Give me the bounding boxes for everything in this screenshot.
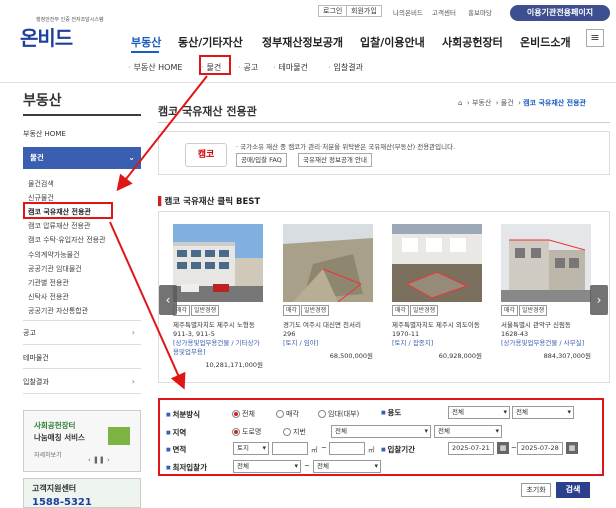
annotation-arrows xyxy=(109,75,208,390)
